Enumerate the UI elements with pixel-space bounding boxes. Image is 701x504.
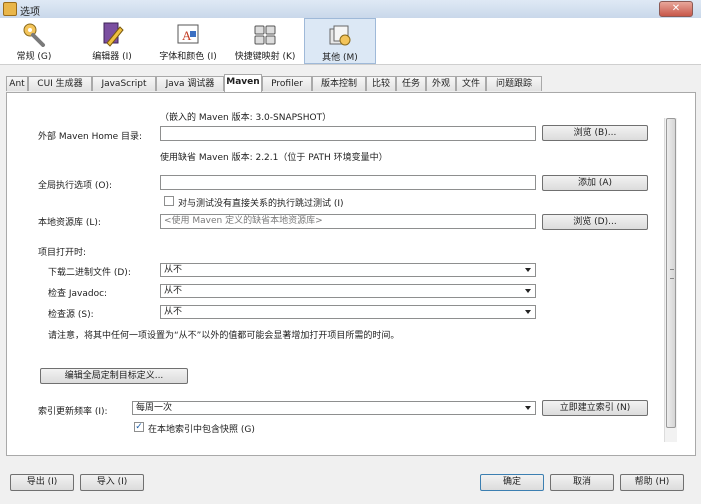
ok-button[interactable]: 确定 [480,474,544,491]
window-title: 选项 [20,7,40,18]
category-misc-label: 其他 (M) [322,53,358,63]
download-binaries-select[interactable]: 从不 [160,263,536,277]
check-javadoc-value: 从不 [164,286,183,296]
check-javadoc-label: 检查 Javadoc: [48,289,108,299]
edit-global-goals-button[interactable]: 编辑全局定制目标定义... [40,368,188,384]
pencil-book-icon [103,22,124,47]
local-repo-label: 本地资源库 (L): [38,218,101,228]
index-frequency-label: 索引更新频率 (I): [38,407,108,417]
import-button[interactable]: 导入 (I) [80,474,144,491]
embedded-version-text: （嵌入的 Maven 版本: 3.0-SNAPSHOT） [160,113,332,123]
include-snapshots-label: 在本地索引中包含快照 (G) [148,425,255,435]
chevron-down-icon [525,268,531,272]
category-general[interactable]: 常规 (G) [8,18,60,64]
tab-javascript[interactable]: JavaScript [92,76,156,91]
category-keymap[interactable]: 快捷键映射 (K) [232,18,298,64]
tab-java-debugger[interactable]: Java 调试器 [156,76,224,91]
index-frequency-select[interactable]: 每周一次 [132,401,536,415]
cancel-button[interactable]: 取消 [550,474,614,491]
category-keymap-label: 快捷键映射 (K) [234,52,296,62]
index-frequency-value: 每周一次 [136,403,173,413]
tab-gui-builder[interactable]: CUI 生成器 [28,76,92,91]
download-binaries-label: 下载二进制文件 (D): [48,268,131,278]
close-button[interactable]: ✕ [659,1,693,17]
global-options-input[interactable] [160,175,536,190]
include-snapshots-checkbox[interactable]: ✓ [134,422,144,432]
on-open-label: 项目打开时: [38,248,87,258]
category-misc[interactable]: 其他 (M) [304,18,376,64]
tab-issue-tracking[interactable]: 问题跟踪 [486,76,542,91]
category-fonts-colors[interactable]: A 字体和颜色 (I) [152,18,224,64]
maven-home-label: 外部 Maven Home 目录: [38,132,143,142]
keyboard-icon [254,25,276,45]
index-now-button[interactable]: 立即建立索引 (N) [542,400,648,416]
local-repo-input[interactable]: <使用 Maven 定义的缺省本地资源库> [160,214,536,229]
browse-repo-button[interactable]: 浏览 (D)... [542,214,648,230]
tab-maven[interactable]: Maven [224,74,262,92]
chevron-down-icon [525,406,531,410]
browse-home-button[interactable]: 浏览 (B)... [542,125,648,141]
panel-scrollbar[interactable] [664,118,677,442]
tab-diff[interactable]: 比较 [366,76,396,91]
tab-appearance[interactable]: 外观 [426,76,456,91]
tab-tasks[interactable]: 任务 [396,76,426,91]
app-icon [3,2,17,16]
check-sources-select[interactable]: 从不 [160,305,536,319]
tab-profiler[interactable]: Profiler [262,76,312,91]
skip-tests-checkbox[interactable] [164,196,174,206]
category-editor[interactable]: 编辑器 (I) [84,18,140,64]
help-button[interactable]: 帮助 (H) [620,474,684,491]
add-button[interactable]: 添加 (A) [542,175,648,191]
tab-version-control[interactable]: 版本控制 [312,76,366,91]
font-color-icon: A [177,24,199,44]
check-javadoc-select[interactable]: 从不 [160,284,536,298]
misc-folder-icon [329,25,351,46]
category-editor-label: 编辑器 (I) [92,52,132,62]
chevron-down-icon [525,310,531,314]
tab-files[interactable]: 文件 [456,76,486,91]
download-binaries-value: 从不 [164,265,183,275]
wrench-gear-icon [23,23,45,47]
title-bar: 选项 ✕ [0,0,701,19]
category-toolbar: 常规 (G) 编辑器 (I) A 字体和颜色 (I) 快捷键映射 (K) 其他 … [0,18,701,65]
global-options-label: 全局执行选项 (O): [38,181,112,191]
check-sources-value: 从不 [164,307,183,317]
performance-note: 请注意，将其中任何一项设置为“从不”以外的值都可能会显著增加打开项目所需的时间。 [48,331,400,341]
maven-home-input[interactable] [160,126,536,141]
export-button[interactable]: 导出 (I) [10,474,74,491]
scrollbar-thumb[interactable] [666,118,676,428]
skip-tests-label: 对与测试没有直接关系的执行跳过测试 (I) [178,199,344,209]
chevron-down-icon [525,289,531,293]
category-fonts-colors-label: 字体和颜色 (I) [159,52,217,62]
category-general-label: 常规 (G) [16,52,52,62]
check-sources-label: 检查源 (S): [48,310,94,320]
default-version-text: 使用缺省 Maven 版本: 2.2.1（位于 PATH 环境变量中） [160,153,388,163]
tab-ant[interactable]: Ant [6,76,28,91]
